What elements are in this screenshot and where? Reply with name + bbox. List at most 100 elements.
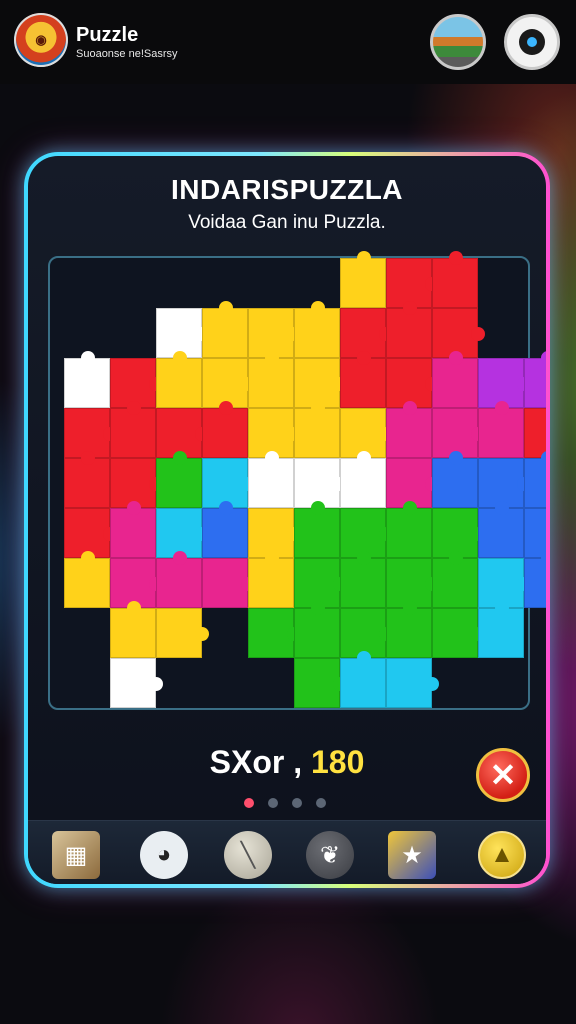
piece-knob bbox=[403, 401, 417, 415]
puzzle-piece[interactable] bbox=[524, 508, 546, 558]
puzzle-piece[interactable] bbox=[110, 501, 156, 558]
puzzle-piece[interactable] bbox=[340, 651, 386, 708]
puzzle-piece[interactable] bbox=[202, 401, 248, 458]
puzzle-piece[interactable] bbox=[202, 301, 248, 358]
piece-knob bbox=[173, 551, 187, 565]
pagination-dot[interactable] bbox=[268, 798, 278, 808]
landscape-card-button[interactable]: ▦ bbox=[52, 831, 100, 879]
puzzle-piece[interactable] bbox=[478, 601, 524, 658]
puzzle-piece[interactable] bbox=[340, 351, 386, 408]
puzzle-piece[interactable] bbox=[248, 608, 301, 658]
puzzle-piece[interactable] bbox=[110, 401, 156, 458]
star-card-icon: ★ bbox=[401, 841, 423, 869]
puzzle-piece[interactable] bbox=[432, 608, 485, 658]
coin-button[interactable]: ▲ bbox=[478, 831, 526, 879]
puzzle-piece[interactable] bbox=[340, 551, 386, 608]
piece-knob bbox=[311, 501, 325, 515]
piece-knob bbox=[495, 601, 509, 615]
puzzle-piece[interactable] bbox=[248, 551, 294, 608]
piece-knob bbox=[357, 251, 371, 265]
puzzle-piece[interactable] bbox=[524, 408, 546, 458]
scene-thumbnail-button[interactable] bbox=[430, 14, 486, 70]
piece-knob bbox=[449, 451, 463, 465]
bird-button[interactable]: ❦ bbox=[306, 831, 354, 879]
piece-knob bbox=[357, 551, 371, 565]
piece-knob bbox=[541, 351, 546, 365]
puzzle-piece[interactable] bbox=[64, 351, 110, 408]
pagination-dot[interactable] bbox=[316, 798, 326, 808]
brush-button[interactable]: ╲ bbox=[224, 831, 272, 879]
piece-knob bbox=[173, 351, 187, 365]
puzzle-piece[interactable] bbox=[156, 351, 202, 408]
score-label: SXor , bbox=[209, 744, 303, 780]
piece-knob bbox=[425, 677, 439, 691]
piece-knob bbox=[195, 627, 209, 641]
puzzle-piece[interactable] bbox=[524, 451, 546, 508]
close-icon: ✕ bbox=[489, 757, 517, 793]
puzzle-piece[interactable] bbox=[432, 551, 478, 608]
puzzle-piece[interactable] bbox=[110, 658, 163, 708]
puzzle-piece[interactable] bbox=[386, 601, 432, 658]
top-bar: ◉ Puzzle Suoaonse ne!Sasrsy bbox=[0, 0, 576, 84]
piece-knob bbox=[265, 451, 279, 465]
puzzle-subtitle: Voidaa Gan inu Puzzla. bbox=[188, 212, 386, 233]
star-card-button[interactable]: ★ bbox=[388, 831, 436, 879]
puzzle-piece[interactable] bbox=[248, 351, 294, 408]
puzzle-board[interactable] bbox=[48, 251, 546, 710]
eye-icon bbox=[519, 29, 545, 55]
game-logo-icon[interactable]: ◉ bbox=[14, 13, 68, 67]
app-subtitle: Suoaonse ne!Sasrsy bbox=[76, 48, 178, 60]
panda-button[interactable]: ◕ bbox=[140, 831, 188, 879]
app-title: Puzzle bbox=[76, 24, 139, 46]
puzzle-piece[interactable] bbox=[386, 401, 432, 458]
puzzle-piece[interactable] bbox=[64, 451, 110, 508]
puzzle-piece[interactable] bbox=[432, 451, 478, 508]
puzzle-piece[interactable] bbox=[478, 501, 524, 558]
piece-knob bbox=[357, 351, 371, 365]
puzzle-piece[interactable] bbox=[64, 551, 110, 608]
bird-icon: ❦ bbox=[319, 841, 341, 869]
piece-knob bbox=[471, 327, 485, 341]
brush-icon: ╲ bbox=[240, 841, 256, 869]
puzzle-piece[interactable] bbox=[386, 501, 432, 558]
puzzle-piece[interactable] bbox=[294, 601, 340, 658]
puzzle-piece[interactable] bbox=[294, 658, 347, 708]
puzzle-piece[interactable] bbox=[432, 251, 478, 308]
piece-knob bbox=[265, 351, 279, 365]
puzzle-piece[interactable] bbox=[294, 501, 340, 558]
puzzle-piece[interactable] bbox=[432, 351, 478, 408]
puzzle-piece[interactable] bbox=[340, 451, 386, 508]
puzzle-piece[interactable] bbox=[524, 551, 546, 608]
pagination-dots bbox=[244, 798, 326, 808]
pagination-dot[interactable] bbox=[244, 798, 254, 808]
eye-button[interactable] bbox=[504, 14, 560, 70]
puzzle-piece[interactable] bbox=[156, 608, 209, 658]
piece-knob bbox=[265, 551, 279, 565]
puzzle-piece[interactable] bbox=[294, 301, 340, 358]
piece-knob bbox=[127, 501, 141, 515]
puzzle-piece[interactable] bbox=[110, 601, 156, 658]
score-value: 180 bbox=[310, 744, 365, 780]
puzzle-piece[interactable] bbox=[386, 658, 439, 708]
piece-knob bbox=[81, 351, 95, 365]
puzzle-piece[interactable] bbox=[386, 301, 432, 358]
puzzle-piece[interactable] bbox=[524, 351, 546, 408]
landscape-card-icon: ▦ bbox=[64, 841, 88, 869]
puzzle-piece[interactable] bbox=[156, 451, 202, 508]
puzzle-piece[interactable] bbox=[294, 401, 340, 458]
puzzle-piece[interactable] bbox=[202, 501, 248, 558]
puzzle-title: INDARISPUZZLA bbox=[170, 174, 404, 205]
piece-knob bbox=[311, 601, 325, 615]
puzzle-piece[interactable] bbox=[156, 551, 202, 608]
puzzle-piece[interactable] bbox=[340, 251, 386, 308]
piece-knob bbox=[219, 401, 233, 415]
piece-knob bbox=[541, 551, 546, 565]
close-button[interactable]: ✕ bbox=[476, 748, 530, 802]
puzzle-piece[interactable] bbox=[248, 451, 294, 508]
pagination-dot[interactable] bbox=[292, 798, 302, 808]
puzzle-piece[interactable] bbox=[202, 558, 255, 608]
logo-face-icon: ◉ bbox=[35, 32, 47, 47]
piece-knob bbox=[149, 677, 163, 691]
piece-knob bbox=[495, 401, 509, 415]
puzzle-piece[interactable] bbox=[478, 401, 524, 458]
